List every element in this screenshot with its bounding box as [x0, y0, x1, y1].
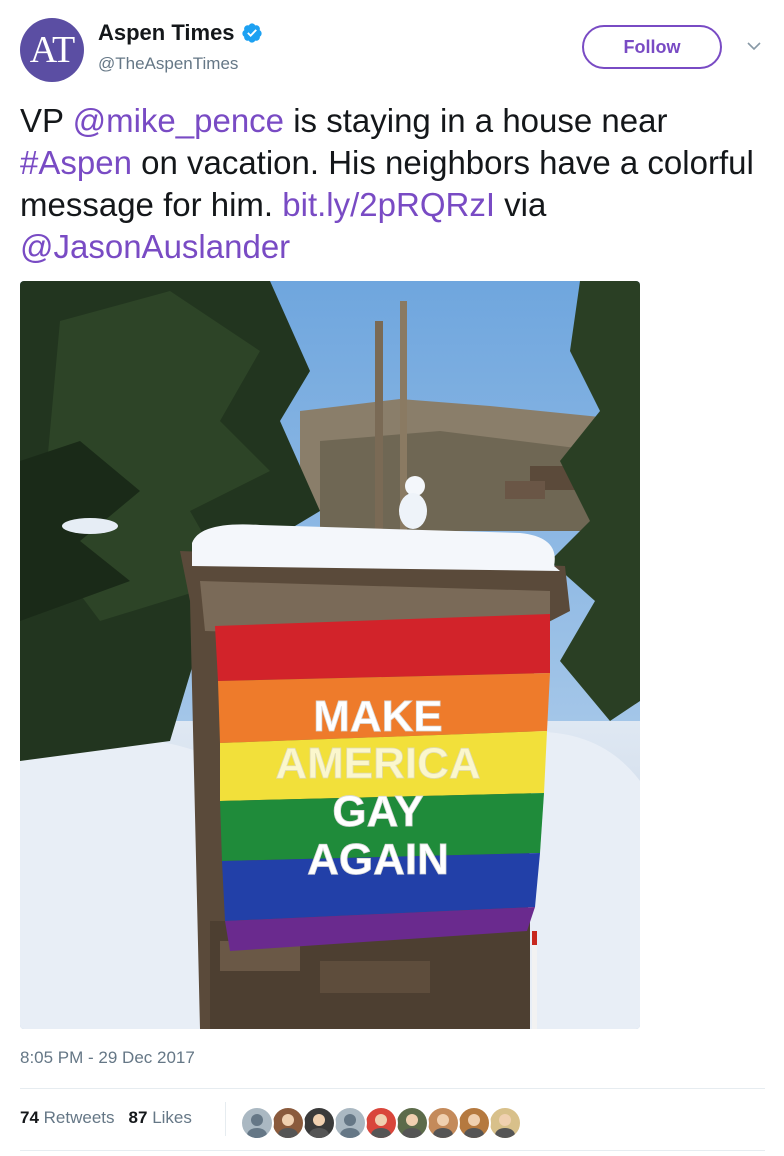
flag-text-line: AGAIN — [307, 835, 449, 884]
tweet-text: VP @mike_pence is staying in a house nea… — [20, 100, 765, 268]
flag-text-line: AMERICA — [275, 739, 480, 788]
author-name[interactable]: Aspen Times — [98, 20, 235, 46]
tweet-text-part: via — [495, 186, 547, 223]
author-name-row: Aspen Times — [98, 20, 263, 46]
verified-badge-icon — [241, 23, 262, 43]
liker-avatar[interactable] — [488, 1106, 522, 1140]
hashtag-link[interactable]: #Aspen — [20, 144, 132, 181]
liker-avatar[interactable] — [302, 1106, 336, 1140]
flag-text-line: MAKE — [313, 692, 443, 741]
likes-stat[interactable]: 87 Likes — [129, 1108, 192, 1128]
avatar-initials: AT — [29, 29, 75, 71]
liker-avatar[interactable] — [426, 1106, 460, 1140]
liker-avatar[interactable] — [333, 1106, 367, 1140]
photo-illustration: MAKE AMERICA GAY AGAIN — [20, 281, 640, 1029]
user-avatar-icon — [309, 1114, 329, 1138]
chevron-down-icon[interactable] — [746, 38, 762, 54]
user-avatar-icon — [278, 1114, 298, 1138]
user-avatar-icon — [433, 1114, 453, 1138]
user-avatar-icon — [464, 1114, 484, 1138]
divider — [20, 1150, 765, 1151]
user-avatar-icon — [402, 1114, 422, 1138]
liker-avatar[interactable] — [395, 1106, 429, 1140]
default-avatar-icon — [340, 1114, 360, 1138]
liker-avatars — [240, 1106, 522, 1140]
url-link[interactable]: bit.ly/2pRQRzI — [282, 186, 495, 223]
default-avatar-icon — [247, 1114, 267, 1138]
likes-label: Likes — [152, 1108, 192, 1127]
likes-count: 87 — [128, 1108, 148, 1127]
user-avatar-icon — [495, 1114, 515, 1138]
retweets-count: 74 — [20, 1108, 39, 1127]
author-handle[interactable]: @TheAspenTimes — [98, 54, 238, 74]
liker-avatar[interactable] — [457, 1106, 491, 1140]
liker-avatar[interactable] — [364, 1106, 398, 1140]
retweets-stat[interactable]: 74 Retweets — [20, 1108, 115, 1128]
divider — [20, 1088, 765, 1089]
stats-separator — [225, 1102, 226, 1136]
author-avatar[interactable]: AT — [20, 18, 84, 82]
tweet-timestamp[interactable]: 8:05 PM - 29 Dec 2017 — [20, 1048, 195, 1068]
user-avatar-icon — [371, 1114, 391, 1138]
mention-link[interactable]: @mike_pence — [73, 102, 284, 139]
retweets-label: Retweets — [43, 1108, 115, 1127]
flag-text-line: GAY — [332, 787, 423, 836]
tweet-stats: 74 Retweets 87 Likes — [20, 1108, 192, 1128]
tweet-photo[interactable]: MAKE AMERICA GAY AGAIN — [20, 281, 640, 1029]
liker-avatar[interactable] — [240, 1106, 274, 1140]
follow-button[interactable]: Follow — [582, 25, 722, 69]
mention-link[interactable]: @JasonAuslander — [20, 228, 290, 265]
tweet-text-part: is staying in a house near — [284, 102, 668, 139]
liker-avatar[interactable] — [271, 1106, 305, 1140]
tweet-text-part: VP — [20, 102, 73, 139]
